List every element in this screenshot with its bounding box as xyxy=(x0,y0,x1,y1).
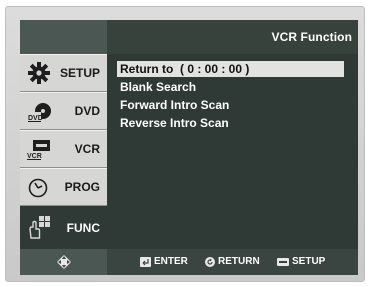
setup-button[interactable]: SETUP xyxy=(277,256,325,268)
hand-icon xyxy=(29,216,50,239)
navigation-arrows-icon xyxy=(57,255,71,269)
page-title: VCR Function xyxy=(271,30,352,44)
menu-item-return-to[interactable]: Return to ( 0 : 00 : 00 ) xyxy=(117,61,344,77)
menu-header: VCR Function xyxy=(107,20,358,54)
osd-screen: SETUP DVD DVD VCR VCR PROG FUNC VCR Func… xyxy=(20,20,358,275)
sidebar-item-label: SETUP xyxy=(59,66,100,80)
menu-item-blank-search[interactable]: Blank Search xyxy=(117,79,344,95)
sidebar-item-label: PROG xyxy=(64,180,100,194)
sidebar-item-label: FUNC xyxy=(66,221,100,235)
sidebar-item-func[interactable]: FUNC xyxy=(20,206,107,249)
setup-label: SETUP xyxy=(292,256,326,267)
dvd-icon-text: DVD xyxy=(28,115,43,122)
dvd-icon: DVD xyxy=(27,103,51,122)
return-key-icon xyxy=(205,257,215,267)
menu-item-reverse-intro-scan[interactable]: Reverse Intro Scan xyxy=(117,115,344,131)
sidebar-item-label: VCR xyxy=(74,142,100,156)
menu-item-forward-intro-scan[interactable]: Forward Intro Scan xyxy=(117,97,344,113)
enter-label: ENTER xyxy=(154,256,188,267)
vcr-icon-text: VCR xyxy=(27,153,42,160)
enter-button[interactable]: ENTER xyxy=(140,256,188,268)
sidebar-item-setup[interactable]: SETUP xyxy=(20,54,107,92)
footer-bar: ENTER RETURN SETUP xyxy=(20,249,358,275)
enter-key-icon xyxy=(140,257,151,267)
sidebar-top-panel xyxy=(20,20,107,54)
return-button[interactable]: RETURN xyxy=(205,256,260,268)
return-label: RETURN xyxy=(218,256,260,267)
gear-icon xyxy=(28,62,50,84)
sidebar-item-label: DVD xyxy=(74,104,100,118)
sidebar: SETUP DVD DVD VCR VCR PROG FUNC xyxy=(20,20,107,249)
setup-key-icon xyxy=(277,258,289,266)
clock-icon xyxy=(28,178,48,198)
sidebar-item-vcr[interactable]: VCR VCR xyxy=(20,130,107,168)
sidebar-item-dvd[interactable]: DVD DVD xyxy=(20,92,107,130)
vcr-icon: VCR xyxy=(27,140,50,160)
sidebar-item-prog[interactable]: PROG xyxy=(20,168,107,206)
footer-nav-panel xyxy=(20,249,107,275)
menu-panel: Return to ( 0 : 00 : 00 ) Blank Search F… xyxy=(107,54,358,249)
